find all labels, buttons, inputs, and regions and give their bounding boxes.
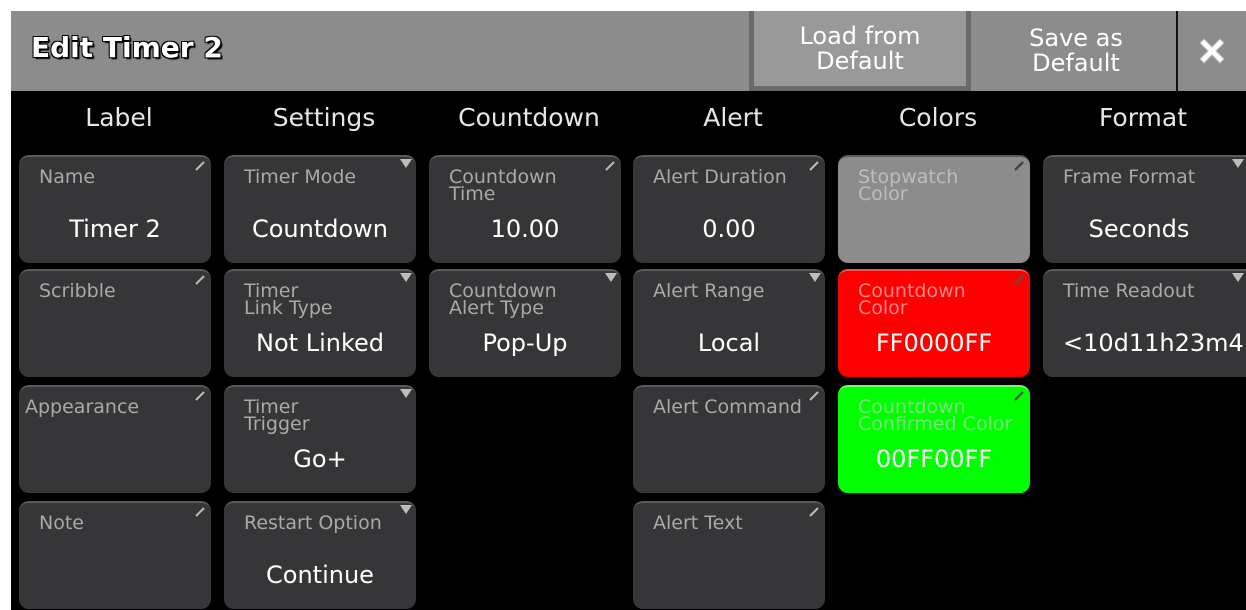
alert-command-label: Alert Command — [653, 396, 802, 418]
timer-trigger-value: Go+ — [293, 445, 347, 473]
timer-mode-select[interactable]: Timer Mode Countdown — [224, 155, 416, 263]
restart-option-label: Restart Option — [244, 512, 382, 534]
restart-option-value: Continue — [266, 561, 374, 589]
dropdown-arrow-icon — [400, 389, 412, 398]
time-readout-label: Time Readout — [1063, 280, 1195, 302]
alert-range-label: Alert Range — [653, 280, 765, 302]
timer-link-type-label: Timer Link Type — [244, 280, 333, 319]
time-readout-value: <10d11h23m4 — [1063, 329, 1244, 357]
alert-duration-field[interactable]: Alert Duration 0.00 — [633, 155, 825, 263]
edit-pencil-icon — [1014, 391, 1024, 401]
name-field[interactable]: Name Timer 2 — [19, 155, 211, 263]
edit-corner-icon — [809, 507, 819, 517]
countdown-time-value: 10.00 — [490, 215, 560, 243]
name-label: Name — [39, 166, 96, 188]
countdown-confirmed-color-value: 00FF00FF — [875, 445, 993, 473]
edit-timer-window: Edit Timer 2 Load from Default Save as D… — [11, 11, 1246, 610]
edit-pencil-icon — [1014, 275, 1024, 285]
countdown-color-label: Countdown Color — [858, 280, 966, 319]
timer-link-type-value: Not Linked — [256, 329, 384, 357]
timer-mode-value: Countdown — [251, 215, 389, 243]
scribble-field[interactable]: Scribble — [19, 269, 211, 377]
countdown-alert-type-label: Countdown Alert Type — [449, 280, 557, 319]
countdown-alert-type-select[interactable]: Countdown Alert Type Pop-Up — [429, 269, 621, 377]
edit-pencil-icon — [1014, 161, 1024, 171]
countdown-time-field[interactable]: Countdown Time 10.00 — [429, 155, 621, 263]
edit-corner-icon — [195, 275, 205, 285]
alert-duration-value: 0.00 — [702, 215, 756, 243]
alert-range-value: Local — [697, 329, 761, 357]
countdown-color-value: FF0000FF — [875, 329, 993, 357]
alert-range-select[interactable]: Alert Range Local — [633, 269, 825, 377]
column-header-colors: Colors — [898, 103, 978, 132]
appearance-field[interactable]: Appearance — [19, 385, 211, 493]
dropdown-arrow-icon — [605, 273, 617, 282]
countdown-alert-type-value: Pop-Up — [482, 329, 568, 357]
timer-mode-label: Timer Mode — [244, 166, 357, 188]
close-x-icon — [1199, 38, 1225, 64]
timer-trigger-select[interactable]: Timer Trigger Go+ — [224, 385, 416, 493]
frame-format-value: Seconds — [1088, 215, 1190, 243]
alert-duration-label: Alert Duration — [653, 166, 787, 188]
dropdown-arrow-icon — [400, 273, 412, 282]
edit-corner-icon — [195, 161, 205, 171]
edit-corner-icon — [195, 391, 205, 401]
timer-link-type-select[interactable]: Timer Link Type Not Linked — [224, 269, 416, 377]
appearance-label: Appearance — [25, 396, 140, 418]
edit-corner-icon — [605, 161, 615, 171]
scribble-label: Scribble — [39, 280, 116, 302]
timer-trigger-label: Timer Trigger — [244, 396, 310, 435]
dropdown-arrow-icon — [400, 159, 412, 168]
countdown-confirmed-color-field[interactable]: Countdown Confirmed Color 00FF00FF — [838, 385, 1030, 493]
countdown-color-field[interactable]: Countdown Color FF0000FF — [838, 269, 1030, 377]
load-from-default-label: Load from Default — [799, 21, 921, 75]
edit-corner-icon — [195, 507, 205, 517]
note-label: Note — [39, 512, 84, 534]
title-bar: Edit Timer 2 Load from Default Save as D… — [11, 11, 1246, 91]
edit-corner-icon — [809, 161, 819, 171]
dropdown-arrow-icon — [1232, 273, 1244, 282]
restart-option-select[interactable]: Restart Option Continue — [224, 501, 416, 609]
frame-format-select[interactable]: Frame Format Seconds — [1043, 155, 1246, 263]
alert-command-field[interactable]: Alert Command — [633, 385, 825, 493]
column-header-countdown: Countdown — [458, 103, 600, 132]
dropdown-arrow-icon — [1232, 159, 1244, 168]
name-value: Timer 2 — [69, 215, 161, 243]
edit-corner-icon — [809, 391, 819, 401]
countdown-confirmed-color-label: Countdown Confirmed Color — [858, 396, 1013, 435]
column-header-label: Label — [85, 103, 153, 132]
stopwatch-color-field[interactable]: Stopwatch Color — [838, 155, 1030, 263]
save-as-default-button[interactable]: Save as Default — [976, 11, 1176, 91]
close-button[interactable] — [1176, 11, 1246, 91]
save-as-default-label: Save as Default — [1029, 24, 1123, 77]
window-title: Edit Timer 2 — [31, 31, 223, 64]
alert-text-label: Alert Text — [653, 512, 743, 534]
load-from-default-button[interactable]: Load from Default — [749, 11, 971, 91]
dropdown-arrow-icon — [809, 273, 821, 282]
column-header-alert: Alert — [703, 103, 763, 132]
alert-text-field[interactable]: Alert Text — [633, 501, 825, 609]
note-field[interactable]: Note — [19, 501, 211, 609]
column-header-format: Format — [1098, 103, 1188, 132]
dropdown-arrow-icon — [400, 505, 412, 514]
column-header-settings: Settings — [272, 103, 376, 132]
frame-format-label: Frame Format — [1063, 166, 1196, 188]
stopwatch-color-label: Stopwatch Color — [858, 166, 959, 205]
countdown-time-label: Countdown Time — [449, 166, 557, 205]
time-readout-select[interactable]: Time Readout <10d11h23m4 — [1043, 269, 1246, 377]
